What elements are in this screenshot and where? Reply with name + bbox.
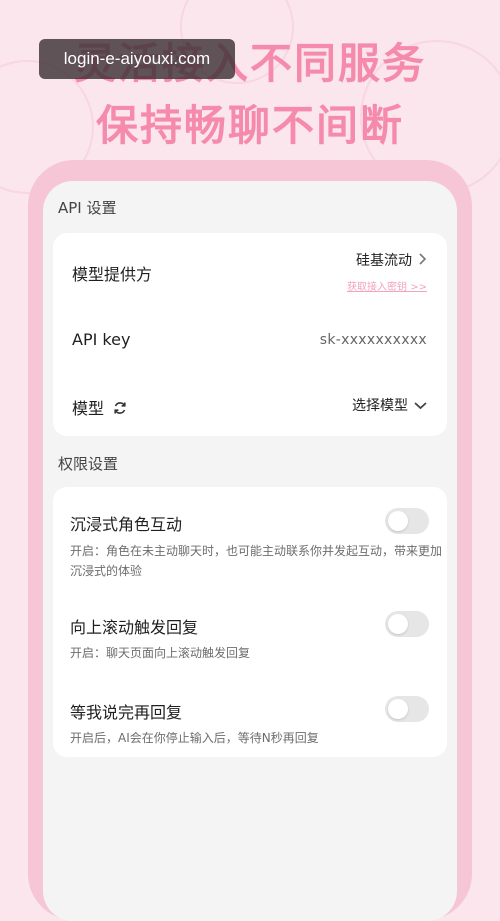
scroll-reply-label: 向上滚动触发回复: [70, 618, 199, 637]
wait-reply-label: 等我说完再回复: [70, 703, 183, 722]
immersive-toggle[interactable]: [385, 508, 429, 534]
permission-settings-card: 沉浸式角色互动 开启：角色在未主动聊天时，也可能主动联系你并发起互动，带来更加沉…: [53, 487, 447, 757]
refresh-icon[interactable]: [112, 400, 128, 420]
permission-item-scroll-reply: 向上滚动触发回复 开启：聊天页面向上滚动触发回复: [53, 587, 447, 672]
provider-label: 模型提供方: [72, 265, 153, 284]
model-label-wrap: 模型: [72, 395, 128, 420]
permission-item-immersive: 沉浸式角色互动 开启：角色在未主动聊天时，也可能主动联系你并发起互动，带来更加沉…: [53, 487, 447, 587]
toggle-knob: [388, 699, 408, 719]
provider-row[interactable]: 模型提供方 硅基流动 获取接入密钥 >>: [53, 233, 447, 305]
immersive-desc: 开启：角色在未主动聊天时，也可能主动联系你并发起互动，带来更加沉浸式的体验: [70, 544, 443, 578]
settings-screen: API 设置 模型提供方 硅基流动 获取接入密钥 >> API key sk-x…: [43, 181, 457, 921]
model-row[interactable]: 模型 选择模型: [53, 371, 447, 436]
apikey-label: API key: [72, 330, 131, 349]
chevron-down-icon: [414, 398, 427, 414]
wait-reply-desc: 开启后，AI会在你停止输入后，等待N秒再回复: [70, 731, 319, 745]
watermark-label: login-e-aiyouxi.com: [39, 39, 235, 79]
immersive-label: 沉浸式角色互动: [70, 515, 183, 534]
wait-reply-toggle[interactable]: [385, 696, 429, 722]
scroll-reply-toggle[interactable]: [385, 611, 429, 637]
toggle-knob: [388, 614, 408, 634]
provider-value[interactable]: 硅基流动: [356, 250, 427, 270]
promo-headline-2: 保持畅聊不间断: [95, 101, 404, 150]
provider-value-text: 硅基流动: [356, 253, 412, 269]
apikey-row[interactable]: API key sk-xxxxxxxxxx: [53, 305, 447, 371]
model-select[interactable]: 选择模型: [352, 395, 427, 415]
permission-section-title: 权限设置: [58, 455, 119, 473]
api-section-title: API 设置: [58, 199, 117, 217]
chevron-right-icon: [418, 253, 427, 269]
api-settings-card: 模型提供方 硅基流动 获取接入密钥 >> API key sk-xxxxxxxx…: [53, 233, 447, 436]
apikey-field[interactable]: sk-xxxxxxxxxx: [320, 332, 427, 348]
model-select-value: 选择模型: [352, 398, 408, 414]
permission-item-wait-reply: 等我说完再回复 开启后，AI会在你停止输入后，等待N秒再回复: [53, 672, 447, 757]
toggle-knob: [388, 511, 408, 531]
scroll-reply-desc: 开启：聊天页面向上滚动触发回复: [70, 646, 251, 660]
model-label: 模型: [72, 399, 105, 418]
get-api-key-link[interactable]: 获取接入密钥 >>: [347, 278, 427, 293]
